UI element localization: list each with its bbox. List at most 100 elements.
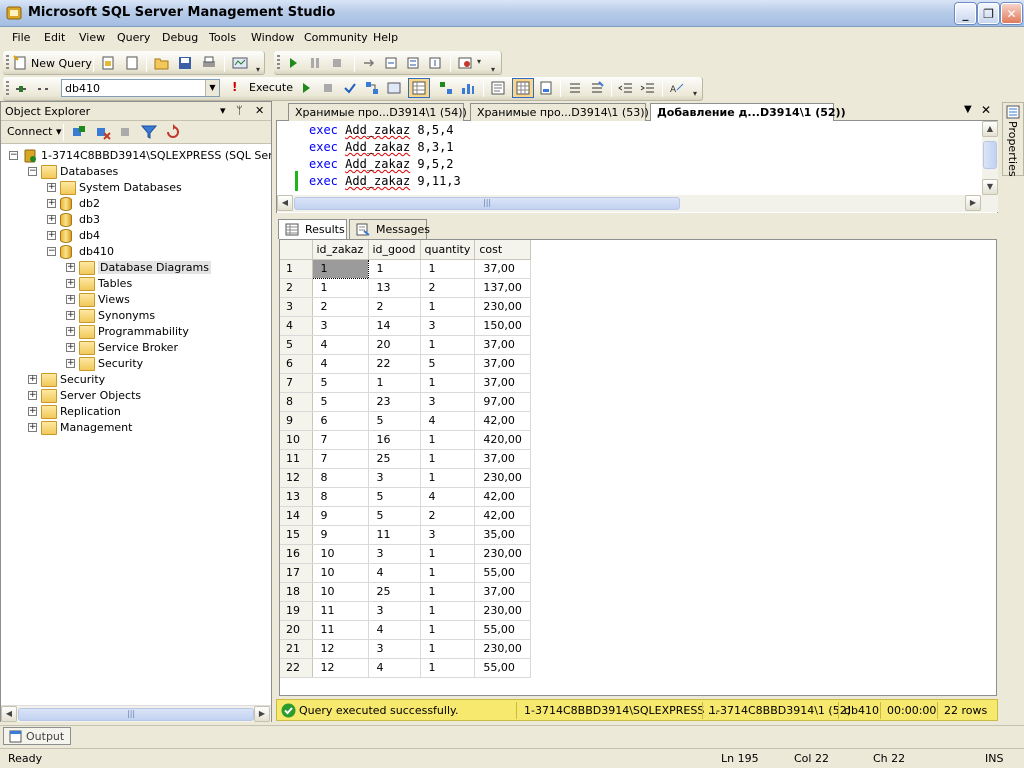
- tree-node[interactable]: + Replication: [1, 404, 269, 420]
- tree-node[interactable]: + Programmability: [1, 324, 269, 340]
- client-statistics-icon[interactable]: [460, 80, 476, 96]
- data-cell[interactable]: 9: [312, 525, 369, 545]
- column-header[interactable]: id_zakaz: [312, 240, 369, 260]
- table-row[interactable]: 2 1 13 2 137,00: [280, 278, 531, 298]
- tab-stored-procedures-53[interactable]: Хранимые про...D3914\1 (53)): [470, 103, 649, 121]
- scrollbar-thumb[interactable]: |||: [18, 708, 254, 721]
- data-cell[interactable]: 3: [420, 316, 476, 336]
- start-debug-icon[interactable]: [285, 55, 301, 71]
- table-row[interactable]: 13 8 5 4 42,00: [280, 487, 531, 507]
- expand-icon[interactable]: +: [28, 423, 37, 432]
- table-row[interactable]: 19 11 3 1 230,00: [280, 601, 531, 621]
- filter-icon[interactable]: [141, 124, 157, 140]
- parse-checkmark-icon[interactable]: [342, 80, 358, 96]
- data-cell[interactable]: 23: [368, 392, 421, 412]
- data-cell[interactable]: 11: [312, 601, 369, 621]
- sql-editor[interactable]: exec Add_zakaz 8,5,4 exec Add_zakaz 8,3,1…: [276, 121, 998, 213]
- data-cell[interactable]: 3: [368, 639, 421, 659]
- data-cell[interactable]: 5: [312, 392, 369, 412]
- row-number-cell[interactable]: 18: [280, 582, 313, 602]
- data-cell[interactable]: 4: [420, 411, 476, 431]
- breakpoints-icon[interactable]: [457, 55, 473, 71]
- toolbar-overflow-icon[interactable]: ▾: [693, 89, 697, 98]
- expand-icon[interactable]: +: [47, 183, 56, 192]
- data-cell[interactable]: 1: [420, 582, 476, 602]
- toolbar-grip[interactable]: [6, 81, 9, 97]
- data-cell[interactable]: 35,00: [474, 525, 531, 545]
- tree-node[interactable]: + Security: [1, 356, 269, 372]
- data-cell[interactable]: 5: [420, 354, 476, 374]
- data-cell[interactable]: 3: [420, 525, 476, 545]
- minimize-button[interactable]: _: [955, 3, 976, 24]
- database-selector[interactable]: db410 ▼: [61, 79, 220, 97]
- disconnect-icon[interactable]: [35, 81, 51, 97]
- data-cell[interactable]: 10: [312, 544, 369, 564]
- data-cell[interactable]: 5: [312, 373, 369, 393]
- row-number-cell[interactable]: 3: [280, 297, 313, 317]
- data-cell[interactable]: 37,00: [474, 335, 531, 355]
- data-cell[interactable]: 230,00: [474, 468, 531, 488]
- menu-window[interactable]: Window: [251, 31, 294, 44]
- table-row[interactable]: 10 7 16 1 420,00: [280, 430, 531, 450]
- data-cell[interactable]: 8: [312, 468, 369, 488]
- expand-icon[interactable]: +: [66, 327, 75, 336]
- data-cell[interactable]: 55,00: [474, 563, 531, 583]
- pin-icon[interactable]: ᛘ: [236, 104, 243, 117]
- column-header[interactable]: quantity: [420, 240, 476, 260]
- data-cell[interactable]: 230,00: [474, 297, 531, 317]
- table-row[interactable]: 18 10 25 1 37,00: [280, 582, 531, 602]
- menu-tools[interactable]: Tools: [209, 31, 236, 44]
- expand-icon[interactable]: +: [66, 311, 75, 320]
- data-cell[interactable]: 1: [420, 449, 476, 469]
- cancel-query-icon[interactable]: [320, 80, 336, 96]
- data-cell[interactable]: 7: [312, 449, 369, 469]
- row-number-cell[interactable]: 22: [280, 658, 313, 678]
- data-cell[interactable]: 1: [420, 601, 476, 621]
- save-icon[interactable]: [177, 55, 193, 71]
- expand-icon[interactable]: +: [66, 343, 75, 352]
- data-cell[interactable]: 13: [368, 278, 421, 298]
- row-number-cell[interactable]: 14: [280, 506, 313, 526]
- tree-node[interactable]: + db4: [1, 228, 269, 244]
- data-cell[interactable]: 4: [368, 563, 421, 583]
- grid-corner-cell[interactable]: [280, 240, 313, 260]
- data-cell[interactable]: 1: [312, 278, 369, 298]
- row-number-cell[interactable]: 13: [280, 487, 313, 507]
- expand-icon[interactable]: +: [47, 215, 56, 224]
- row-number-cell[interactable]: 17: [280, 563, 313, 583]
- data-cell[interactable]: 5: [368, 506, 421, 526]
- expand-icon[interactable]: +: [28, 407, 37, 416]
- data-cell[interactable]: 1: [420, 297, 476, 317]
- row-number-cell[interactable]: 1: [280, 259, 313, 279]
- menu-edit[interactable]: Edit: [44, 31, 65, 44]
- table-row[interactable]: 15 9 11 3 35,00: [280, 525, 531, 545]
- table-row[interactable]: 20 11 4 1 55,00: [280, 620, 531, 640]
- row-number-cell[interactable]: 4: [280, 316, 313, 336]
- data-cell[interactable]: 2: [312, 297, 369, 317]
- data-cell[interactable]: 1: [368, 259, 421, 279]
- results-to-text-icon[interactable]: [490, 80, 506, 96]
- tab-list-chevron-icon[interactable]: ▼: [964, 104, 972, 115]
- data-cell[interactable]: 42,00: [474, 487, 531, 507]
- table-row[interactable]: 9 6 5 4 42,00: [280, 411, 531, 431]
- estimated-plan-icon[interactable]: [364, 80, 380, 96]
- data-cell[interactable]: 16: [368, 430, 421, 450]
- expand-icon[interactable]: +: [47, 231, 56, 240]
- data-cell[interactable]: 37,00: [474, 373, 531, 393]
- table-row[interactable]: 14 9 5 2 42,00: [280, 506, 531, 526]
- row-number-cell[interactable]: 5: [280, 335, 313, 355]
- menu-debug[interactable]: Debug: [162, 31, 198, 44]
- tree-node[interactable]: + Database Diagrams: [1, 260, 269, 276]
- table-row[interactable]: 3 2 2 1 230,00: [280, 297, 531, 317]
- include-plan-icon[interactable]: [438, 80, 454, 96]
- data-cell[interactable]: 4: [312, 354, 369, 374]
- data-cell[interactable]: 55,00: [474, 658, 531, 678]
- data-cell[interactable]: 42,00: [474, 411, 531, 431]
- data-cell[interactable]: 1: [420, 544, 476, 564]
- row-number-cell[interactable]: 15: [280, 525, 313, 545]
- column-header[interactable]: id_good: [368, 240, 421, 260]
- data-cell[interactable]: 11: [368, 525, 421, 545]
- connect-icon[interactable]: [13, 81, 29, 97]
- tree-node[interactable]: + Service Broker: [1, 340, 269, 356]
- table-row[interactable]: 7 5 1 1 37,00: [280, 373, 531, 393]
